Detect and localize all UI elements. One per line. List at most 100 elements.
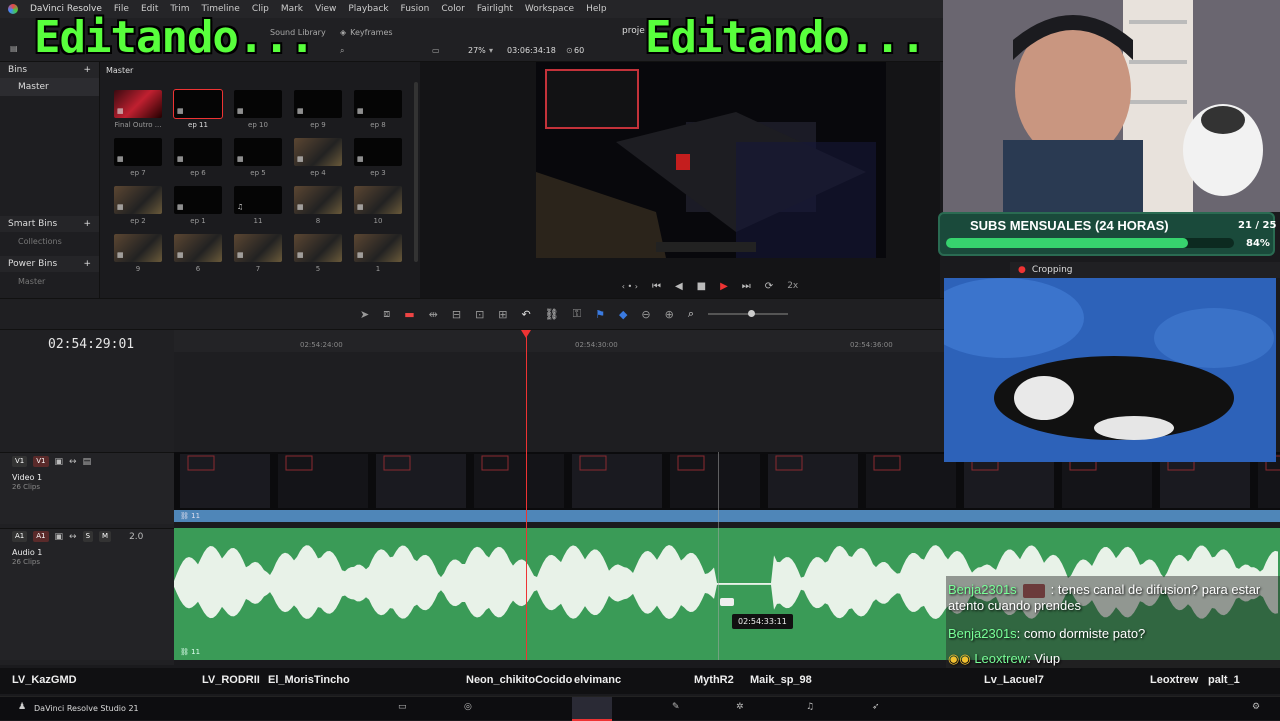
media-clip[interactable]: ▦ Final Outro ... [114, 90, 162, 130]
video-track-dest-badge[interactable]: V1 [33, 456, 49, 467]
marker-icon[interactable]: ◆ [619, 308, 627, 321]
play-icon[interactable]: ▶ [720, 281, 728, 292]
menu-item-playback[interactable]: Playback [348, 4, 388, 14]
go-to-start-icon[interactable]: ⏮ [652, 281, 661, 292]
search-icon[interactable]: ⌕ [340, 46, 344, 56]
clip-name: 10 [373, 217, 383, 225]
blade-tool-icon[interactable]: ▬ [404, 308, 414, 321]
track-link-icon[interactable]: ↔ [69, 532, 77, 542]
bin-master[interactable]: Master [0, 78, 99, 96]
media-clip[interactable]: ▦ ep 2 [114, 186, 162, 226]
fairlight-page-icon[interactable]: ♫ [806, 702, 814, 712]
playhead-handle[interactable] [521, 330, 531, 338]
media-page-icon[interactable]: ▭ [398, 702, 407, 712]
clip-thumbnail: ▦ [294, 234, 342, 262]
link-icon[interactable]: ⛓ [545, 308, 559, 321]
media-clip[interactable]: ▦ ep 10 [234, 90, 282, 130]
viewer-zoom[interactable]: 27% [468, 46, 486, 55]
trim-tool-icon[interactable]: ⧈ [383, 307, 390, 321]
video-track-source-badge[interactable]: V1 [12, 456, 28, 467]
clip-thumbnail: ▦ [234, 90, 282, 118]
cut-page-icon[interactable]: ◎ [464, 702, 472, 712]
playhead[interactable] [526, 330, 527, 660]
dynamic-trim-icon[interactable]: ⇹ [429, 308, 438, 321]
play-reverse-icon[interactable]: ◀ [675, 281, 683, 292]
jog-icon[interactable]: ‹ • › [622, 282, 638, 291]
media-clip[interactable]: ▦ ep 7 [114, 138, 162, 178]
timeline-empty-area[interactable] [174, 352, 944, 452]
bin-collections[interactable]: Collections [0, 232, 99, 250]
media-clip[interactable]: ▦ 1 [354, 234, 402, 274]
replace-icon[interactable]: ⊞ [498, 308, 507, 321]
playback-speed[interactable]: 2x [787, 281, 798, 291]
selection-tool-icon[interactable]: ➤ [360, 308, 369, 321]
media-clip[interactable]: ▦ 7 [234, 234, 282, 274]
media-clip[interactable]: ▦ ep 6 [174, 138, 222, 178]
audio-track-source-badge[interactable]: A1 [12, 531, 28, 542]
viewer-layout-icon[interactable]: ▭ [432, 46, 440, 55]
track-lock-icon[interactable]: ▣ [55, 457, 64, 467]
menu-item-fusion[interactable]: Fusion [401, 4, 430, 14]
edit-page-tab[interactable] [572, 697, 612, 721]
settings-gear-icon[interactable]: ⚙ [1252, 702, 1260, 712]
overwrite-icon[interactable]: ⊡ [475, 308, 484, 321]
menu-item-help[interactable]: Help [586, 4, 607, 14]
media-clip[interactable]: ▦ ep 8 [354, 90, 402, 130]
solo-button[interactable]: S [82, 531, 94, 542]
flag-icon[interactable]: ⚑ [595, 308, 605, 321]
track-lock-icon[interactable]: ▣ [55, 532, 64, 542]
resolve-taskbar-icon[interactable]: ♟ [18, 702, 26, 712]
timeline-ruler[interactable]: 02:54:24:00 02:54:30:00 02:54:36:00 [174, 330, 944, 352]
media-clip[interactable]: ▦ ep 3 [354, 138, 402, 178]
media-clip[interactable]: ▦ 9 [114, 234, 162, 274]
media-clip[interactable]: ▦ 6 [174, 234, 222, 274]
media-clip[interactable]: ▦ 5 [294, 234, 342, 274]
panel-toggle-icon[interactable]: ▤ [10, 44, 18, 53]
inspector-cropping[interactable]: ● Cropping [1010, 262, 1280, 278]
zoom-slider[interactable] [708, 310, 789, 317]
media-pool-scrollbar[interactable] [414, 82, 418, 262]
webcam-overlay [943, 0, 1280, 212]
menu-item-workspace[interactable]: Workspace [525, 4, 574, 14]
insert-icon[interactable]: ⊟ [452, 308, 461, 321]
power-bin-master[interactable]: Master [0, 272, 99, 290]
add-bin-icon[interactable]: + [83, 65, 91, 75]
media-clip[interactable]: ▦ ep 1 [174, 186, 222, 226]
deliver-page-icon[interactable]: ➶ [872, 702, 880, 712]
lock-icon[interactable]: ⚿ [573, 307, 581, 321]
menu-item-color[interactable]: Color [441, 4, 465, 14]
go-to-end-icon[interactable]: ⏭ [742, 281, 751, 292]
track-link-icon[interactable]: ↔ [69, 457, 77, 467]
zoom-chevron-down-icon[interactable]: ▾ [489, 46, 493, 55]
media-clip[interactable]: ♫ 11 [234, 186, 282, 226]
menu-item-view[interactable]: View [315, 4, 336, 14]
media-clip[interactable]: ▦ 8 [294, 186, 342, 226]
video-clip-bar[interactable]: ⛓ 11 [174, 510, 1280, 522]
media-clip[interactable]: ▦ 10 [354, 186, 402, 226]
add-smart-bin-icon[interactable]: + [83, 219, 91, 229]
add-power-bin-icon[interactable]: + [83, 259, 91, 269]
clip-name: 7 [255, 265, 261, 273]
media-clip[interactable]: ▦ ep 5 [234, 138, 282, 178]
mute-button[interactable]: M [99, 531, 112, 542]
zoom-slider-handle[interactable] [748, 310, 756, 317]
menu-item-fairlight[interactable]: Fairlight [477, 4, 513, 14]
taskbar-app-title[interactable]: DaVinci Resolve Studio 21 [34, 704, 139, 713]
color-page-icon[interactable]: ✲ [736, 702, 744, 712]
media-clip[interactable]: ▦ ep 4 [294, 138, 342, 178]
media-clip[interactable]: ▦ ep 9 [294, 90, 342, 130]
track-visibility-icon[interactable]: ▤ [83, 457, 92, 467]
snapping-icon[interactable]: ↶ [522, 308, 531, 321]
fusion-page-icon[interactable]: ✎ [672, 702, 680, 712]
clip-name: 9 [135, 265, 141, 273]
smart-bins-header[interactable]: Smart Bins + [0, 216, 99, 232]
loop-icon[interactable]: ⟳ [765, 281, 773, 292]
stop-icon[interactable]: ■ [697, 281, 706, 292]
zoom-detail-icon[interactable]: ⊕ [665, 308, 674, 321]
audio-track-dest-badge[interactable]: A1 [33, 531, 49, 542]
zoom-full-icon[interactable]: ⊖ [641, 308, 650, 321]
power-bins-header[interactable]: Power Bins + [0, 256, 99, 272]
keyframes-button[interactable]: ◈ Keyframes [340, 28, 393, 37]
zoom-custom-icon[interactable]: ⌕ [688, 307, 694, 321]
media-clip[interactable]: ▦ ep 11 [173, 89, 223, 130]
